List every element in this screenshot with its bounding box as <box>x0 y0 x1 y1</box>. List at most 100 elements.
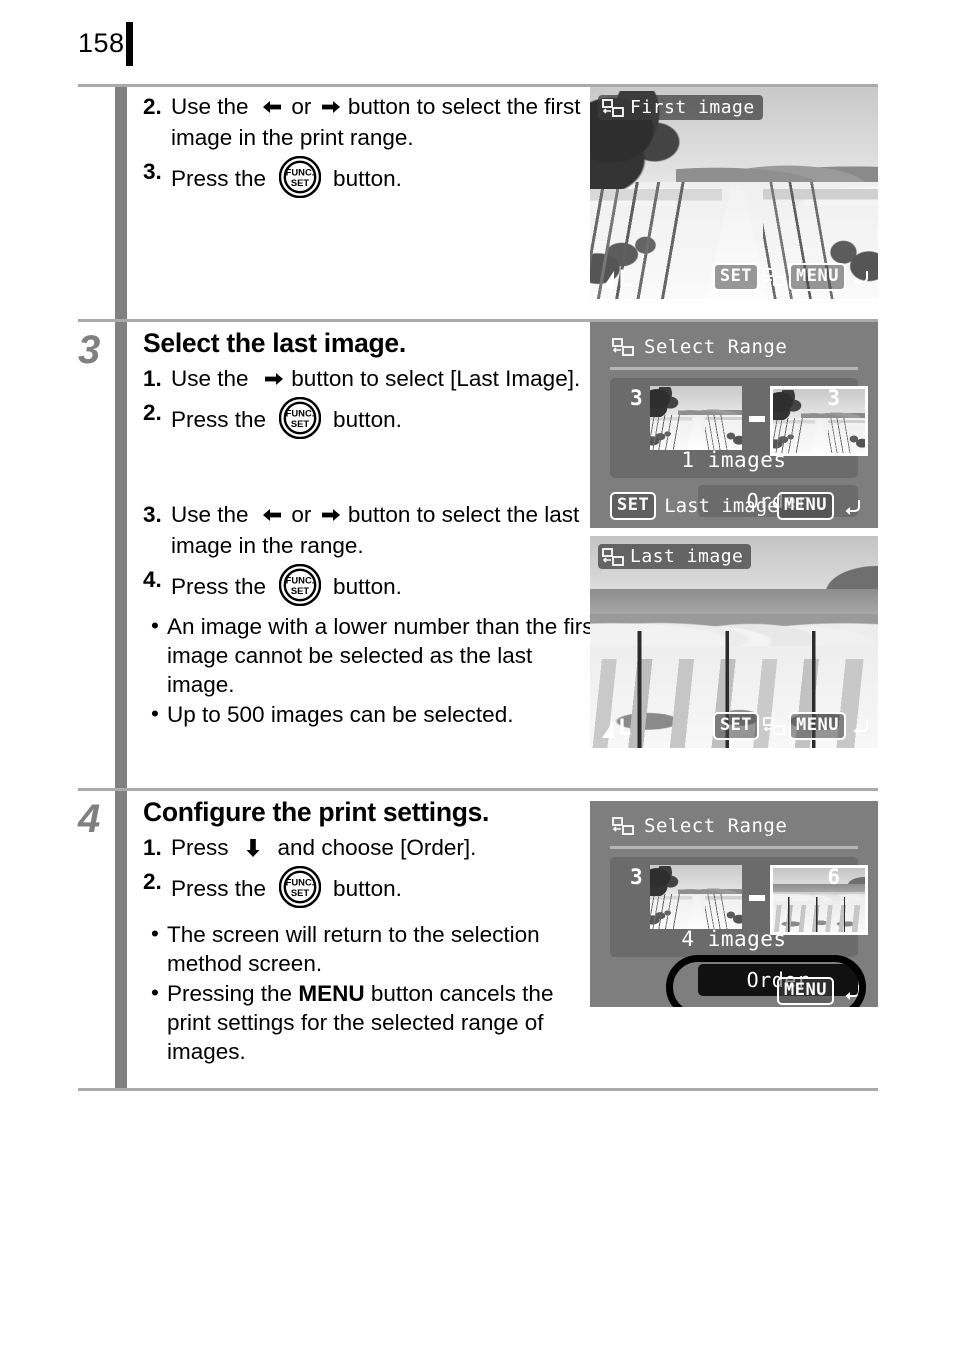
dpof-print-icon <box>602 98 624 117</box>
dpof-print-icon <box>763 268 785 286</box>
svg-text:FUNC.: FUNC. <box>285 877 314 888</box>
section-heading: Configure the print settings. <box>143 797 490 827</box>
bullet-glyph: • <box>151 701 159 726</box>
last-image-thumbnail[interactable] <box>770 386 868 456</box>
last-image-thumbnail[interactable] <box>770 865 868 935</box>
section-divider-bottom <box>78 1088 878 1091</box>
lcd-screenshot-last-image: Last image L SET MENU <box>590 536 878 748</box>
section-body: Configure the print settings. 1. Press a… <box>127 791 878 1088</box>
instruction-list: 2. Use the or button to select the first… <box>143 91 603 198</box>
selected-image-count: 4 images <box>681 927 787 951</box>
conjunction-or: or <box>291 502 312 527</box>
instruction-list: 1. Press and choose [Order]. 2. Press th… <box>143 832 603 908</box>
instruction-text: Use the or button to select the first im… <box>171 94 581 150</box>
instruction-text: Use the button to select [Last Image]. <box>171 366 581 391</box>
note-item: • An image with a lower number than the … <box>143 612 603 699</box>
order-highlight-callout <box>666 955 866 1007</box>
svg-text:SET: SET <box>290 177 309 188</box>
section-gray-bar <box>115 322 127 788</box>
right-arrow-icon <box>318 505 342 525</box>
first-image-thumbnail[interactable] <box>650 386 742 450</box>
page-number-bar <box>126 22 133 66</box>
func-set-button-icon: FUNC. SET <box>278 156 321 198</box>
page-header: 158 <box>78 20 198 66</box>
note-item: • Up to 500 images can be selected. <box>143 700 603 729</box>
thumb-beach-path <box>650 386 742 450</box>
step-number-column <box>78 87 115 319</box>
bullet-glyph: • <box>151 980 159 1005</box>
left-image-index: 3 <box>630 386 643 410</box>
set-key-hint[interactable]: SET <box>712 263 760 291</box>
instruction-text: Use the or button to select the last ima… <box>171 502 580 558</box>
svg-text:SET: SET <box>290 887 309 898</box>
section-body: 2. Use the or button to select the first… <box>127 87 878 319</box>
list-marker: 1. <box>143 835 162 860</box>
camera-lcd: First image L SET MENU <box>590 87 878 299</box>
menu-key-hint[interactable]: MENU <box>789 712 846 740</box>
menu-key-hint[interactable]: MENU <box>777 492 834 520</box>
left-arrow-icon <box>261 505 285 525</box>
osd-title-label: Last image <box>630 546 744 567</box>
list-marker: 3. <box>143 159 162 184</box>
svg-text:SET: SET <box>290 418 309 429</box>
lcd-screenshot-select-range-first: Select Range 3 3 1 images SET Last image… <box>590 322 878 528</box>
selected-image-count: 1 images <box>681 448 787 472</box>
lcd-screenshot-first-image: First image L SET MENU <box>590 87 878 299</box>
step-number-column: 4 <box>78 791 115 1088</box>
note-text-rich: Pressing the MENU button cancels the pri… <box>167 981 554 1064</box>
step-number: 3 <box>78 328 100 372</box>
section-step4: 4 Configure the print settings. 1. Press… <box>78 791 878 1088</box>
camera-lcd: Select Range 3 <box>590 801 878 1007</box>
func-set-button-icon: FUNC. SET <box>278 564 321 606</box>
menu-header: Select Range <box>612 815 787 837</box>
range-dash <box>749 416 765 422</box>
page-number: 158 <box>78 28 125 58</box>
section-step2-continued: 2. Use the or button to select the first… <box>78 87 878 319</box>
list-marker: 1. <box>143 366 162 391</box>
menu-header: Select Range <box>612 336 787 358</box>
first-image-thumbnail[interactable] <box>650 865 742 929</box>
camera-lcd: Last image L SET MENU <box>590 536 878 748</box>
thumb-beach-path <box>773 389 865 453</box>
range-panel: 3 <box>610 857 868 957</box>
svg-text:FUNC.: FUNC. <box>285 408 314 419</box>
fine-quality-icon <box>602 271 614 289</box>
range-dash <box>749 895 765 901</box>
instruction-item: 3. Press the FUNC. SET button. <box>143 156 603 198</box>
instruction-text: Press the FUNC. SET button. <box>171 397 402 439</box>
section-step3: 3 Select the last image. 1. Use the butt… <box>78 322 878 788</box>
osd-title-last-image: Last image <box>598 544 752 569</box>
instruction-item: 2. Press the FUNC. SET button. <box>143 397 603 439</box>
section-gray-bar <box>115 87 127 319</box>
instruction-item: 2. Use the or button to select the first… <box>143 91 603 153</box>
func-set-button-icon: FUNC. SET <box>278 866 321 908</box>
instruction-text: Press and choose [Order]. <box>171 835 477 860</box>
svg-text:FUNC.: FUNC. <box>285 167 314 178</box>
list-marker: 3. <box>143 502 162 527</box>
image-quality-indicator: L <box>600 269 631 291</box>
image-size-label: L <box>618 267 632 292</box>
menu-divider <box>610 367 858 370</box>
instruction-list-continued: 3. Use the or button to select the last … <box>143 499 603 606</box>
svg-text:FUNC.: FUNC. <box>285 575 314 586</box>
image-size-label: L <box>618 716 632 741</box>
note-item: • The screen will return to the selectio… <box>143 920 603 978</box>
menu-key-hint[interactable]: MENU <box>789 263 846 291</box>
instruction-item: 3. Use the or button to select the last … <box>143 499 603 561</box>
right-image-index: 3 <box>827 386 840 410</box>
section-body: Select the last image. 1. Use the button… <box>127 322 878 788</box>
instruction-text: Press the FUNC. SET button. <box>171 564 402 606</box>
list-marker: 2. <box>143 869 162 894</box>
instruction-text: Press the FUNC. SET button. <box>171 866 402 908</box>
thumb-beach-loungers <box>773 868 865 932</box>
right-arrow-icon <box>261 369 285 389</box>
set-key-hint[interactable]: SET <box>712 712 760 740</box>
camera-lcd: Select Range 3 <box>590 322 878 528</box>
instruction-text-column: Select the last image. 1. Use the button… <box>143 322 603 730</box>
section-heading: Select the last image. <box>143 328 406 358</box>
note-text: The screen will return to the selection … <box>167 922 540 976</box>
menu-divider <box>610 846 858 849</box>
list-marker: 2. <box>143 400 162 425</box>
set-key-hint[interactable]: SET <box>610 492 657 520</box>
lcd-screenshot-select-range-order: Select Range 3 6 4 images MENU <box>590 801 878 1007</box>
